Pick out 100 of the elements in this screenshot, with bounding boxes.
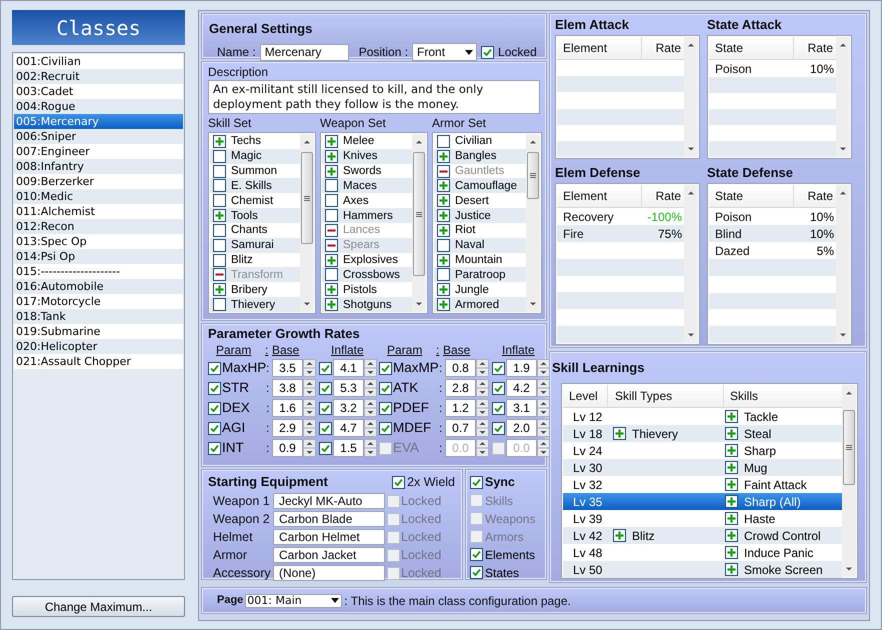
set-item[interactable]: E. Skills [210,178,300,194]
checkbox[interactable] [319,382,332,394]
set-item[interactable]: Summon [210,164,300,178]
class-item[interactable]: 009:Berzerker [14,174,183,189]
set-item[interactable]: Maces [322,178,412,194]
checkbox[interactable] [208,382,221,394]
scroll-up-icon[interactable] [687,42,695,48]
checkbox[interactable] [437,298,450,312]
class-item[interactable]: 013:Spec Op [14,234,183,249]
checkbox[interactable] [213,283,226,296]
spinner-icon[interactable] [303,379,316,397]
checkbox[interactable] [437,164,450,178]
position-dropdown[interactable]: Front [412,43,478,61]
number-field[interactable]: 3.8 [272,379,303,397]
description-field[interactable]: An ex-militant still licensed to kill, and the only deployment path they follow is the money. [208,80,540,114]
number-field[interactable]: 3.5 [272,359,303,377]
scroll-down-icon[interactable] [687,146,695,152]
scroll-up-icon[interactable] [415,139,423,145]
checkbox[interactable] [437,254,450,267]
number-field[interactable]: 4.2 [506,379,537,397]
checkbox[interactable] [470,476,483,489]
class-item[interactable]: 021:Assault Chopper [14,354,183,369]
checkbox[interactable] [325,194,338,208]
checkbox[interactable] [437,150,450,163]
spinner-icon[interactable] [303,419,316,437]
set-item[interactable]: Armored [434,297,526,312]
scroll-thumb[interactable] [301,152,313,244]
number-field[interactable]: 2.9 [272,419,303,437]
scrollbar[interactable] [836,37,850,157]
set-item[interactable]: Justice [434,208,526,223]
number-field[interactable]: 3.2 [333,399,364,417]
spinner-icon[interactable] [537,399,550,417]
number-field[interactable]: 2.0 [506,419,537,437]
checkbox[interactable] [470,512,483,525]
checkbox[interactable] [387,548,400,562]
skill-row[interactable]: Lv 42 Blitz Crowd Control [563,527,842,544]
spinner-icon[interactable] [476,419,489,437]
checkbox[interactable] [325,224,338,237]
checkbox[interactable] [208,402,221,414]
spinner-icon[interactable] [364,419,377,437]
set-item[interactable]: Samurai [210,238,300,253]
set-item[interactable]: Naval [434,238,526,253]
scrollbar[interactable] [684,185,698,343]
checkbox[interactable] [325,134,338,148]
checkbox[interactable] [437,194,450,208]
checkbox[interactable] [387,512,400,526]
set-item[interactable]: Tools [210,208,300,223]
set-item[interactable]: Paratroop [434,267,526,282]
checkbox[interactable] [213,194,226,208]
checkbox[interactable] [387,494,400,508]
checkbox[interactable] [319,402,332,414]
class-item[interactable]: 019:Submarine [14,324,183,339]
spinner-icon[interactable] [303,359,316,377]
checkbox[interactable] [208,442,221,454]
spinner-icon[interactable] [364,399,377,417]
class-item[interactable]: 017:Motorcycle [14,294,183,309]
spinner-icon[interactable] [476,399,489,417]
checkbox[interactable] [492,442,505,454]
checkbox[interactable] [387,530,400,544]
class-item[interactable]: 015:-------------------- [14,264,183,279]
set-item[interactable]: Crossbows [322,267,412,282]
scroll-down-icon[interactable] [687,332,695,338]
checkbox[interactable] [437,238,450,252]
checkbox[interactable] [437,268,450,282]
checkbox[interactable] [325,298,338,312]
scroll-thumb[interactable] [413,152,425,276]
scroll-down-icon[interactable] [839,332,847,338]
scroll-up-icon[interactable] [839,42,847,48]
class-item[interactable]: 003:Cadet [14,84,183,99]
spinner-icon[interactable] [537,439,550,457]
checkbox[interactable] [325,238,338,252]
checkbox[interactable] [325,268,338,282]
scrollbar[interactable] [300,134,314,312]
scroll-down-icon[interactable] [839,146,847,152]
page-dropdown[interactable]: 001: Main [245,594,342,608]
checkbox[interactable] [213,209,226,222]
set-item[interactable]: Camouflage [434,178,526,194]
checkbox[interactable] [481,46,494,58]
checkbox[interactable] [325,254,338,267]
scroll-up-icon[interactable] [529,139,537,145]
checkbox[interactable] [437,224,450,237]
spinner-icon[interactable] [364,359,377,377]
checkbox[interactable] [379,442,392,454]
spinner-icon[interactable] [476,359,489,377]
number-field[interactable]: 4.7 [333,419,364,437]
equipment-field[interactable]: Carbon Helmet [273,529,385,546]
spinner-icon[interactable] [537,359,550,377]
scroll-up-icon[interactable] [687,190,695,196]
scroll-down-icon[interactable] [845,566,853,572]
checkbox[interactable] [325,164,338,178]
class-item[interactable]: 005:Mercenary [14,114,183,129]
checkbox[interactable] [470,530,483,543]
checkbox[interactable] [392,476,406,489]
set-item[interactable]: Shotguns [322,297,412,312]
class-item[interactable]: 001:Civilian [14,54,183,69]
scroll-down-icon[interactable] [303,301,311,307]
equipment-field[interactable]: Jeckyl MK-Auto [273,493,385,510]
set-item[interactable]: Bangles [434,148,526,164]
checkbox[interactable] [325,283,338,296]
spinner-icon[interactable] [537,419,550,437]
